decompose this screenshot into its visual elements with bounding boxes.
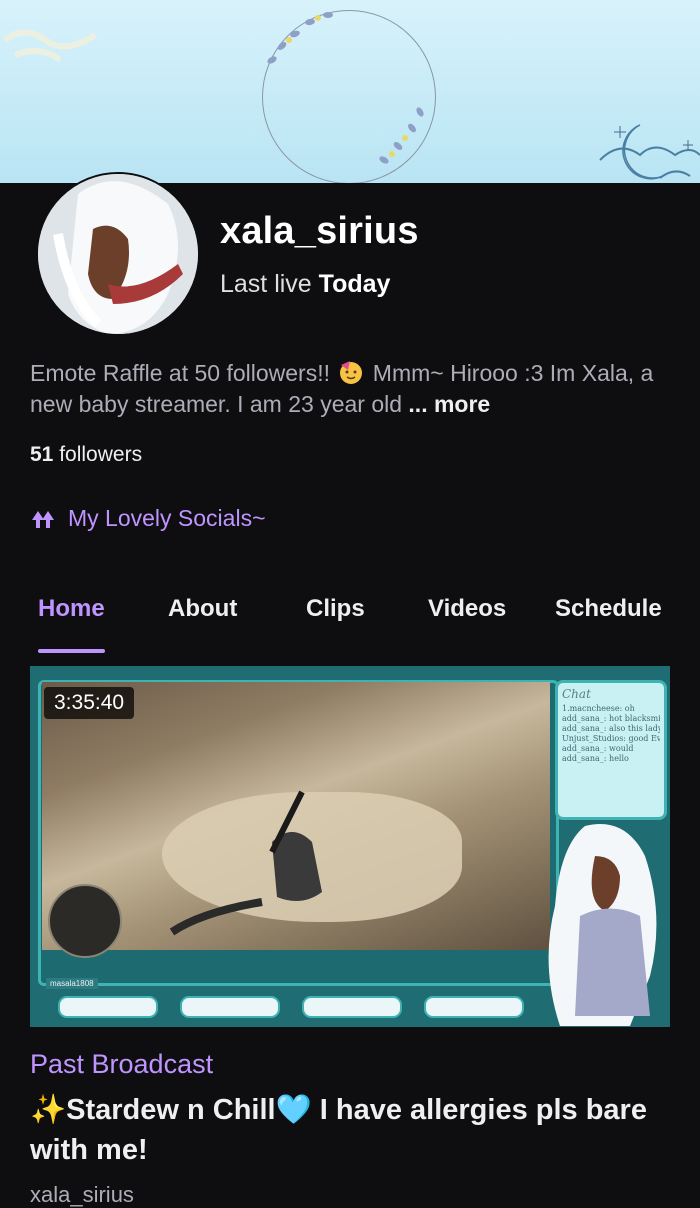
floral-vine-decoration: [3, 0, 700, 180]
chat-line: add_sana_: hot blacksmith lady: [562, 714, 660, 723]
tab-about[interactable]: About: [168, 595, 237, 653]
bio-text-part1: Emote Raffle at 50 followers!!: [30, 360, 330, 386]
overlay-pill: [180, 996, 280, 1018]
chat-title: Chat: [562, 687, 591, 701]
video-type-label: Past Broadcast: [30, 1049, 214, 1079]
chat-line: add_sana_: also this lady: [562, 724, 660, 733]
channel-tabs: Home About Clips Videos Schedule: [0, 595, 700, 655]
overlay-goal-bar: [38, 982, 538, 1022]
channel-avatar[interactable]: [36, 172, 200, 336]
last-live-status: Last live Today: [220, 270, 390, 299]
video-title[interactable]: ✨Stardew n Chill🩵 I have allergies pls b…: [30, 1090, 670, 1170]
video-thumbnail[interactable]: 3:35:40 Chat 1.macncheese: oh add_sana_:…: [30, 666, 670, 1027]
stream-chat-overlay: Chat 1.macncheese: oh add_sana_: hot bla…: [555, 680, 667, 820]
followers-number: 51: [30, 443, 54, 466]
socials-label: My Lovely Socials~: [68, 505, 266, 531]
bio-more-link[interactable]: ... more: [408, 391, 490, 417]
chat-line: Unjust_Studios: good Evening: [562, 734, 660, 743]
tab-clips[interactable]: Clips: [306, 595, 365, 653]
channel-banner: [0, 0, 700, 183]
tab-home[interactable]: Home: [38, 595, 105, 653]
followers-label: followers: [59, 443, 143, 466]
tab-schedule[interactable]: Schedule: [555, 595, 662, 653]
chat-line: add_sana_: hello: [562, 754, 629, 763]
partying-face-emoji-icon: [340, 361, 363, 384]
channel-bio: Emote Raffle at 50 followers!! Mmm~ Hiro…: [30, 358, 670, 420]
overlay-pill: [302, 996, 402, 1018]
vtuber-model-figure: [548, 824, 657, 1026]
overlay-pill: [424, 996, 524, 1018]
overlay-pill: [58, 996, 158, 1018]
twitch-extension-icon: [32, 510, 54, 528]
tab-videos[interactable]: Videos: [428, 595, 506, 653]
followers-count: 51 followers: [30, 443, 142, 467]
last-live-prefix: Last live: [220, 270, 312, 298]
overlay-streamer-label: masala1808: [46, 978, 98, 989]
chat-line: add_sana_: would: [562, 744, 634, 753]
last-live-value: Today: [318, 270, 391, 298]
video-duration-badge: 3:35:40: [44, 687, 135, 719]
game-minimap: [48, 884, 122, 958]
avatar-illustration: [38, 174, 198, 334]
video-channel-name[interactable]: xala_sirius: [30, 1182, 134, 1208]
channel-username: xala_sirius: [220, 210, 419, 252]
socials-panel-link[interactable]: My Lovely Socials~: [30, 505, 266, 532]
chat-line: 1.macncheese: oh: [562, 704, 635, 713]
